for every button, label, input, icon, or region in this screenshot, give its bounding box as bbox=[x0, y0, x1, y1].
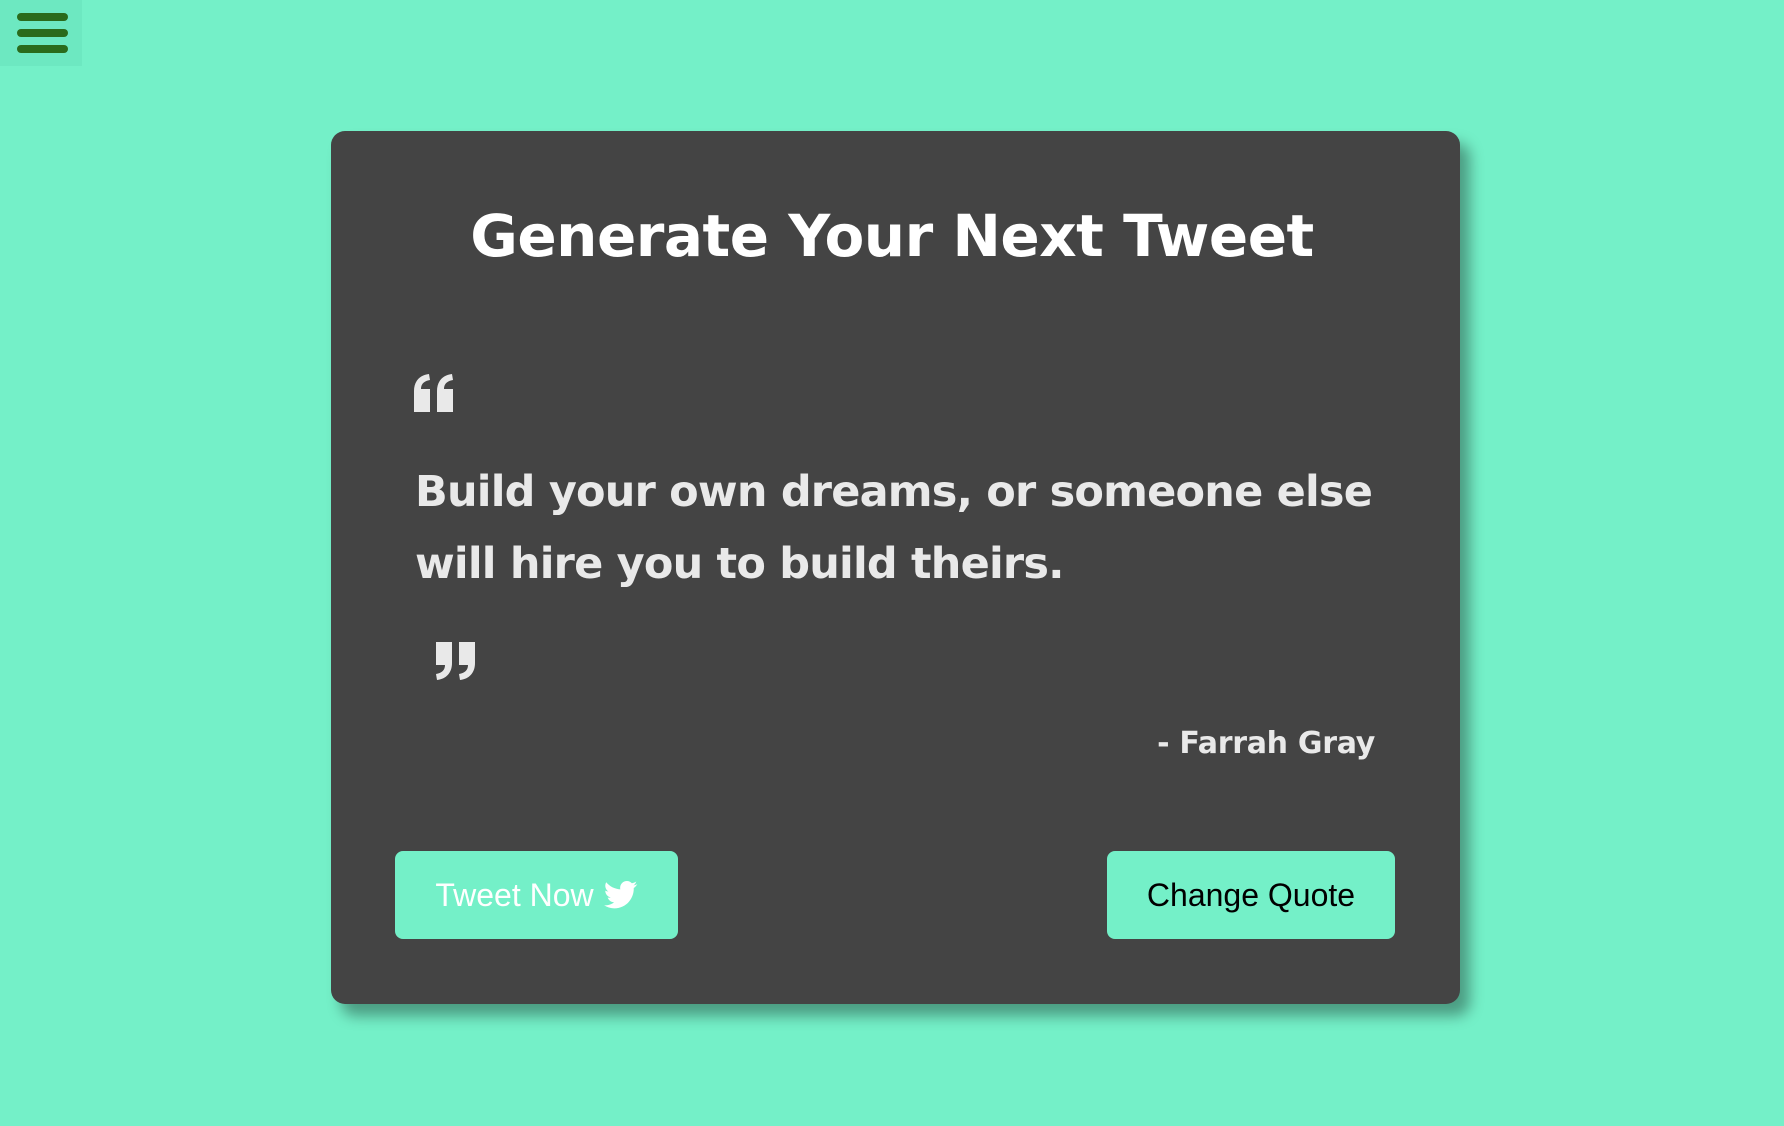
twitter-bird-icon bbox=[603, 880, 637, 909]
change-quote-button[interactable]: Change Quote bbox=[1107, 851, 1395, 939]
hamburger-menu-icon-bar-middle bbox=[17, 29, 68, 37]
quote-author: - Farrah Gray bbox=[1157, 726, 1375, 761]
hamburger-menu-icon-bar-bottom bbox=[17, 45, 68, 53]
quote-open-icon bbox=[414, 374, 453, 412]
hamburger-menu-icon-bar-top bbox=[17, 13, 68, 21]
quote-text: Build your own dreams, or someone else w… bbox=[415, 467, 1373, 589]
tweet-now-button[interactable]: Tweet Now bbox=[395, 851, 678, 939]
tweet-now-label: Tweet Now bbox=[435, 876, 594, 913]
quote-close-icon bbox=[436, 642, 475, 680]
page-title: Generate Your Next Tweet bbox=[470, 202, 1314, 270]
menu-button[interactable] bbox=[0, 0, 82, 66]
